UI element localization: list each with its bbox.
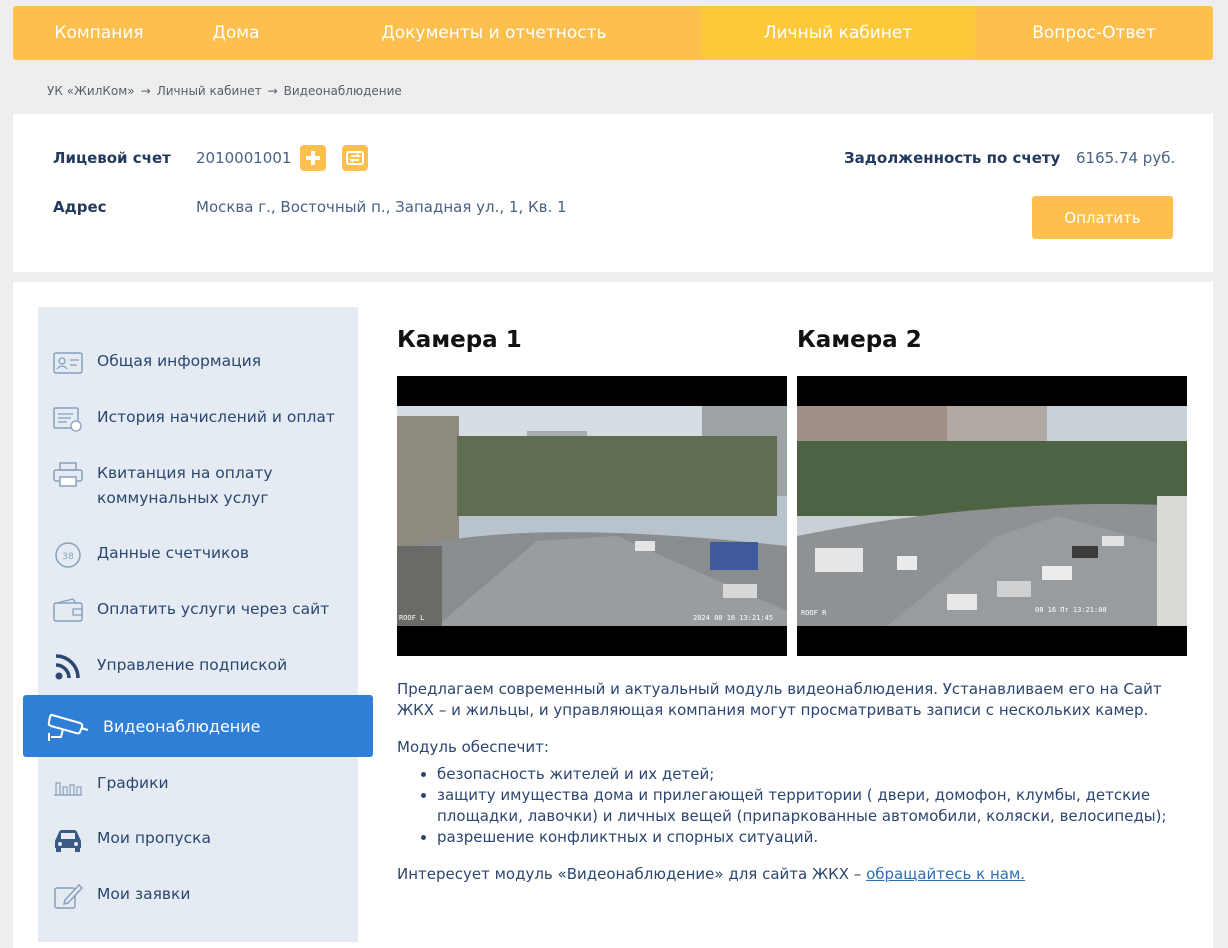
nav-item-faq[interactable]: Вопрос-Ответ [975,6,1213,60]
camera-1-timestamp: 2024 08 16 13:21:45 [693,614,774,622]
sidebar-item-label: Квитанция на оплату коммунальных услуг [97,464,273,507]
car-icon [52,826,84,854]
nav-item-documents[interactable]: Документы и отчетность [287,6,701,60]
camera-2-image [797,376,1187,656]
address-value: Москва г., Восточный п., Западная ул., 1… [196,198,567,216]
sidebar-item-charts[interactable]: Графики [52,771,352,799]
camera-2-timestamp: 08 16 Пт 13:21:00 [1035,606,1107,614]
top-nav: Компания Дома Документы и отчетность Лич… [13,6,1213,60]
wallet-icon [52,597,84,625]
sidebar-item-label: Оплатить услуги через сайт [97,600,330,618]
sidebar-item-subscription[interactable]: Управление подпиской [52,653,352,681]
refresh-icon [346,151,364,165]
sidebar-item-label: Управление подпиской [97,656,288,674]
camera-2-feed[interactable]: ROOF R 08 16 Пт 13:21:00 [797,376,1187,656]
nav-item-houses[interactable]: Дома [185,6,287,60]
svg-text:38: 38 [62,552,74,562]
nav-item-company[interactable]: Компания [13,6,185,60]
sidebar-item-receipt[interactable]: Квитанция на оплату коммунальных услуг [52,461,352,511]
add-account-button[interactable] [300,145,326,171]
sidebar-item-pay-online[interactable]: Оплатить услуги через сайт [52,597,352,625]
breadcrumb-separator: → [140,84,151,98]
camera-2-label: ROOF R [801,609,827,617]
sidebar-item-label: Мои заявки [97,885,191,903]
sidebar-item-label: Видеонаблюдение [103,716,261,736]
printer-icon [52,461,84,489]
provides-text: Модуль обеспечит: [397,738,549,756]
intro-text: Предлагаем современный и актуальный моду… [397,680,1162,719]
camera-icon [47,709,89,743]
edit-icon [52,882,84,910]
bar-chart-icon [52,771,84,799]
outro-label: Интересует модуль «Видеонаблюдение» для … [397,865,867,883]
sidebar-item-requests[interactable]: Мои заявки [52,882,352,910]
sidebar-item-general-info[interactable]: Общая информация [52,349,352,377]
camera-1-title: Камера 1 [397,327,522,353]
sidebar-item-history[interactable]: История начислений и оплат [52,405,352,433]
sidebar-item-label: Графики [97,774,169,792]
breadcrumb: УК «ЖилКом» → Личный кабинет → Видеонаблюден… [47,84,402,98]
sidebar-item-label: Общая информация [97,352,262,370]
outro-text: Интересует модуль «Видеонаблюдение» для … [397,864,1197,885]
history-icon [52,405,84,433]
sidebar-item-label: Данные счетчиков [97,544,250,562]
description: Предлагаем современный и актуальный моду… [397,679,1197,901]
breadcrumb-home[interactable]: УК «ЖилКом» [47,84,135,98]
account-card: Лицевой счет 2010001001 Адрес Москва г.,… [13,114,1213,272]
breadcrumb-separator: → [267,84,278,98]
address-label: Адрес [53,198,107,216]
sidebar-item-label: История начислений и оплат [97,408,335,426]
sidebar: Общая информация История начислений и оп… [38,307,358,942]
list-item: защиту имущества дома и прилегающей терр… [437,785,1197,827]
camera-2-title: Камера 2 [797,327,922,353]
pay-button[interactable]: Оплатить [1032,196,1173,239]
account-label: Лицевой счет [53,149,171,167]
benefits-list: безопасность жителей и их детей; защиту … [437,764,1197,848]
account-number: 2010001001 [196,149,292,167]
camera-1-label: ROOF L [399,614,425,622]
plus-icon [306,151,320,165]
rss-icon [52,653,84,681]
contact-link[interactable]: обращайтесь к нам. [866,865,1025,883]
camera-1-feed[interactable]: ROOF L 2024 08 16 13:21:45 [397,376,787,656]
main-panel: Общая информация История начислений и оп… [13,282,1213,948]
breadcrumb-current: Видеонаблюдение [283,84,402,98]
debt-label: Задолженность по счету [844,149,1061,167]
nav-item-personal-account[interactable]: Личный кабинет [701,6,975,60]
list-item: разрешение конфликтных и спорных ситуаци… [437,827,1197,848]
sidebar-item-video-surveillance[interactable]: Видеонаблюдение [23,695,373,757]
meter-icon: 38 [52,541,84,569]
switch-account-button[interactable] [342,145,368,171]
debt-value: 6165.74 руб. [1076,149,1176,167]
sidebar-item-meters[interactable]: 38 Данные счетчиков [52,541,352,569]
sidebar-item-label: Мои пропуска [97,829,212,847]
list-item: безопасность жителей и их детей; [437,764,1197,785]
id-card-icon [52,349,84,377]
breadcrumb-personal-account[interactable]: Личный кабинет [157,84,262,98]
sidebar-item-passes[interactable]: Мои пропуска [52,826,352,854]
